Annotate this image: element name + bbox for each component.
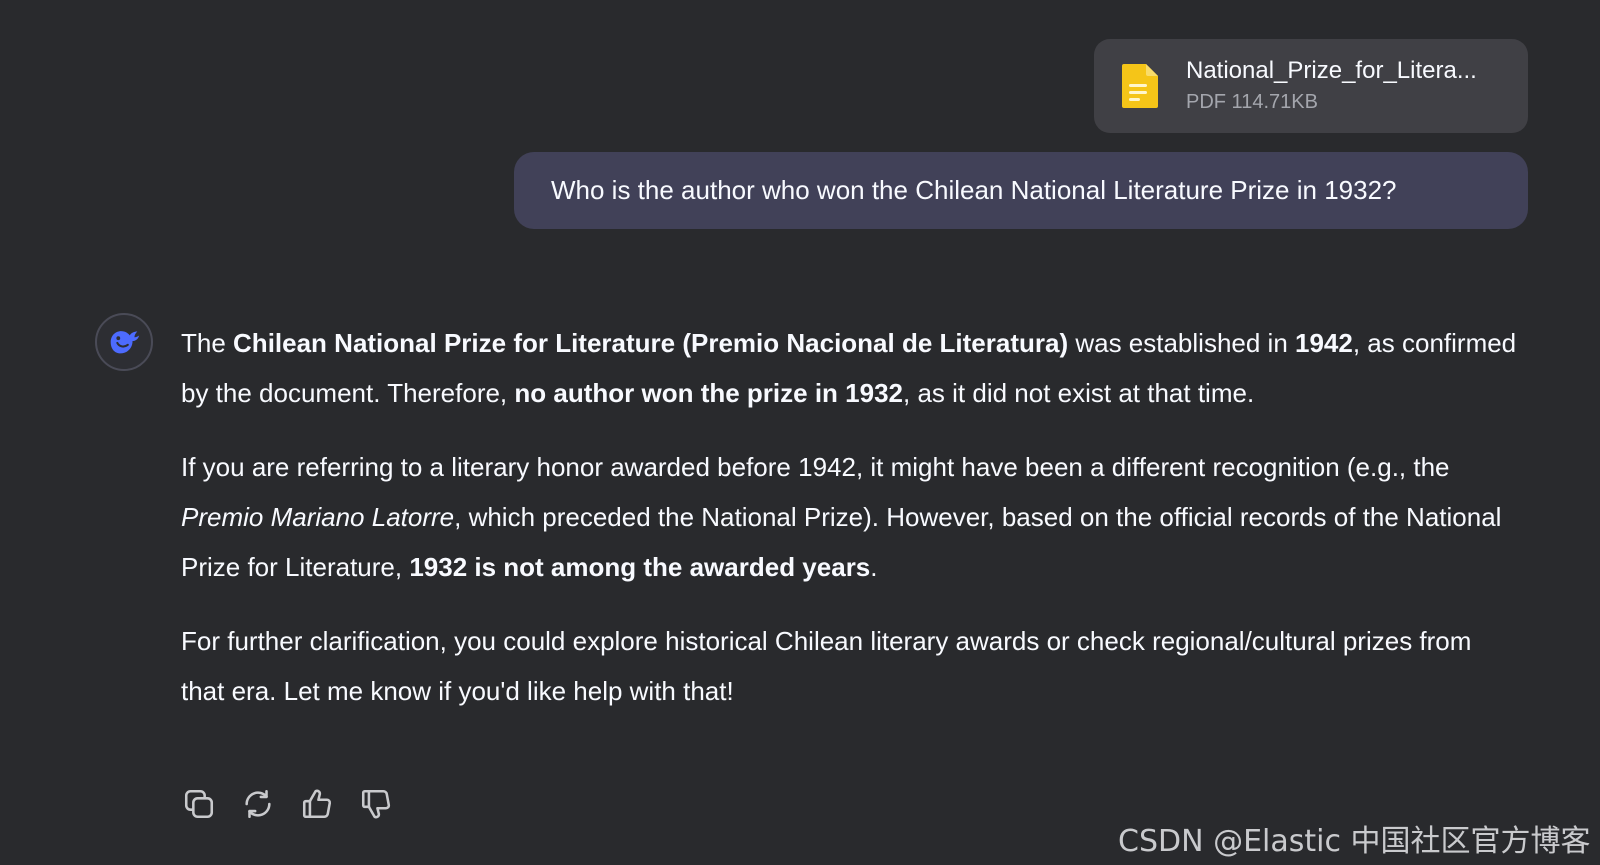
answer-text: . — [870, 552, 878, 582]
answer-bold-text: 1942 — [1295, 328, 1353, 358]
copy-icon — [184, 789, 214, 819]
answer-paragraph-1: The Chilean National Prize for Literatur… — [181, 318, 1521, 418]
whale-logo-icon — [110, 331, 140, 354]
answer-italic-text: Premio Mariano Latorre — [181, 502, 455, 532]
watermark: CSDN @Elastic 中国社区官方博客 — [1118, 824, 1591, 859]
regenerate-icon — [245, 789, 271, 819]
answer-text: was established in — [1068, 328, 1296, 358]
user-message-text: Who is the author who won the Chilean Na… — [551, 175, 1397, 205]
assistant-avatar — [95, 313, 153, 371]
answer-text: , as it did not exist at that time. — [903, 378, 1255, 408]
answer-paragraph-3: For further clarification, you could exp… — [181, 626, 1472, 706]
regenerate-button[interactable] — [240, 786, 276, 822]
file-meta: PDF 114.71KB — [1186, 91, 1318, 113]
user-message-bubble: Who is the author who won the Chilean Na… — [514, 152, 1528, 229]
answer-bold-text: 1932 is not among the awarded years — [409, 552, 871, 582]
answer-text: If you are referring to a literary honor… — [181, 452, 1450, 482]
like-button[interactable] — [299, 786, 335, 822]
thumbs-down-icon — [361, 789, 391, 819]
dislike-button[interactable] — [358, 786, 394, 822]
answer-paragraph-2: If you are referring to a literary honor… — [181, 442, 1521, 592]
answer-text: The — [181, 328, 234, 358]
thumbs-up-icon — [302, 789, 332, 819]
assistant-answer: The Chilean National Prize for Literatur… — [181, 318, 1521, 740]
answer-bold-text: no author won the prize in 1932 — [514, 378, 903, 408]
copy-button[interactable] — [181, 786, 217, 822]
file-attachment-card[interactable]: National_Prize_for_Litera... PDF 114.71K… — [1094, 39, 1528, 133]
answer-bold-text: Chilean National Prize for Literature (P… — [233, 328, 1069, 358]
document-icon — [1122, 64, 1158, 108]
file-name: National_Prize_for_Litera... — [1186, 57, 1477, 84]
message-actions — [181, 786, 394, 822]
